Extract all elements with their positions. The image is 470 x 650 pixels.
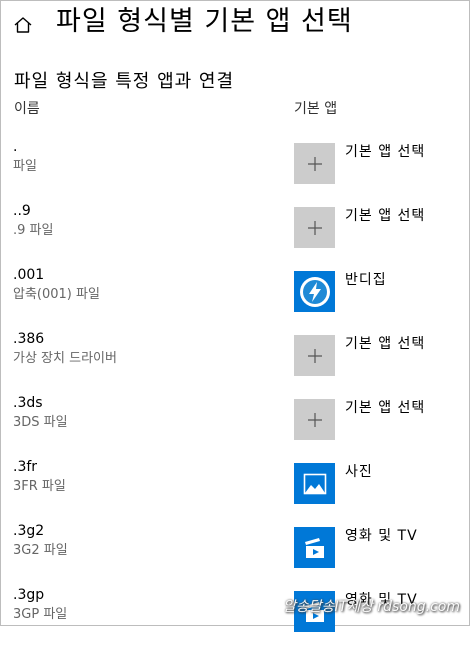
watermark: 알송달송IT세상 rdsong.com bbox=[282, 599, 460, 615]
file-extension: . bbox=[13, 139, 18, 155]
header: 파일 형식별 기본 앱 선택 bbox=[0, 0, 470, 50]
table-row: .3fr 3FR 파일 사진 bbox=[0, 458, 470, 522]
home-button[interactable] bbox=[10, 12, 36, 38]
section-heading: 파일 형식을 특정 앱과 연결 bbox=[14, 71, 235, 92]
page-title: 파일 형식별 기본 앱 선택 bbox=[56, 6, 353, 37]
file-type: 3G2 파일 bbox=[13, 543, 68, 558]
column-header-name: 이름 bbox=[14, 101, 40, 117]
table-row: .386 가상 장치 드라이버 기본 앱 선택 bbox=[0, 330, 470, 394]
file-type: .9 파일 bbox=[13, 223, 54, 238]
plus-icon bbox=[294, 399, 335, 440]
default-app-label: 사진 bbox=[345, 464, 373, 480]
file-type: 3GP 파일 bbox=[13, 607, 68, 622]
file-extension: .3ds bbox=[13, 395, 43, 411]
default-app-button[interactable]: 기본 앱 선택 bbox=[294, 399, 470, 441]
default-app-label: 기본 앱 선택 bbox=[345, 400, 426, 416]
file-type: 파일 bbox=[13, 159, 37, 174]
plus-icon bbox=[294, 207, 335, 248]
photos-icon bbox=[294, 463, 335, 504]
default-app-button[interactable]: 사진 bbox=[294, 463, 470, 505]
movies-tv-icon bbox=[294, 527, 335, 568]
column-header-default-app: 기본 앱 bbox=[294, 101, 338, 117]
default-app-label: 기본 앱 선택 bbox=[345, 144, 426, 160]
default-app-button[interactable]: 기본 앱 선택 bbox=[294, 335, 470, 377]
file-type: 3FR 파일 bbox=[13, 479, 66, 494]
default-app-label: 기본 앱 선택 bbox=[345, 336, 426, 352]
file-type: 가상 장치 드라이버 bbox=[13, 351, 117, 366]
default-app-button[interactable]: 영화 및 TV bbox=[294, 527, 470, 569]
table-row: .3g2 3G2 파일 영화 및 TV bbox=[0, 522, 470, 586]
file-extension: ..9 bbox=[13, 203, 31, 219]
plus-icon bbox=[294, 335, 335, 376]
default-app-button[interactable]: 기본 앱 선택 bbox=[294, 207, 470, 249]
table-row: .001 압축(001) 파일 반디집 bbox=[0, 266, 470, 330]
file-type: 압축(001) 파일 bbox=[13, 287, 100, 302]
file-type: 3DS 파일 bbox=[13, 415, 68, 430]
table-row: ..9 .9 파일 기본 앱 선택 bbox=[0, 202, 470, 266]
default-app-button[interactable]: 기본 앱 선택 bbox=[294, 143, 470, 185]
default-app-label: 반디집 bbox=[345, 272, 387, 288]
default-app-button[interactable]: 반디집 bbox=[294, 271, 470, 313]
file-extension: .001 bbox=[13, 267, 45, 283]
default-app-label: 영화 및 TV bbox=[345, 528, 418, 544]
file-extension: .3fr bbox=[13, 459, 38, 475]
home-icon bbox=[14, 17, 32, 33]
table-row: . 파일 기본 앱 선택 bbox=[0, 138, 470, 202]
file-extension: .3g2 bbox=[13, 523, 45, 539]
file-extension: .386 bbox=[13, 331, 45, 347]
bandizip-icon bbox=[294, 271, 335, 312]
plus-icon bbox=[294, 143, 335, 184]
file-extension: .3gp bbox=[13, 587, 45, 603]
default-app-label: 기본 앱 선택 bbox=[345, 208, 426, 224]
table-row: .3ds 3DS 파일 기본 앱 선택 bbox=[0, 394, 470, 458]
